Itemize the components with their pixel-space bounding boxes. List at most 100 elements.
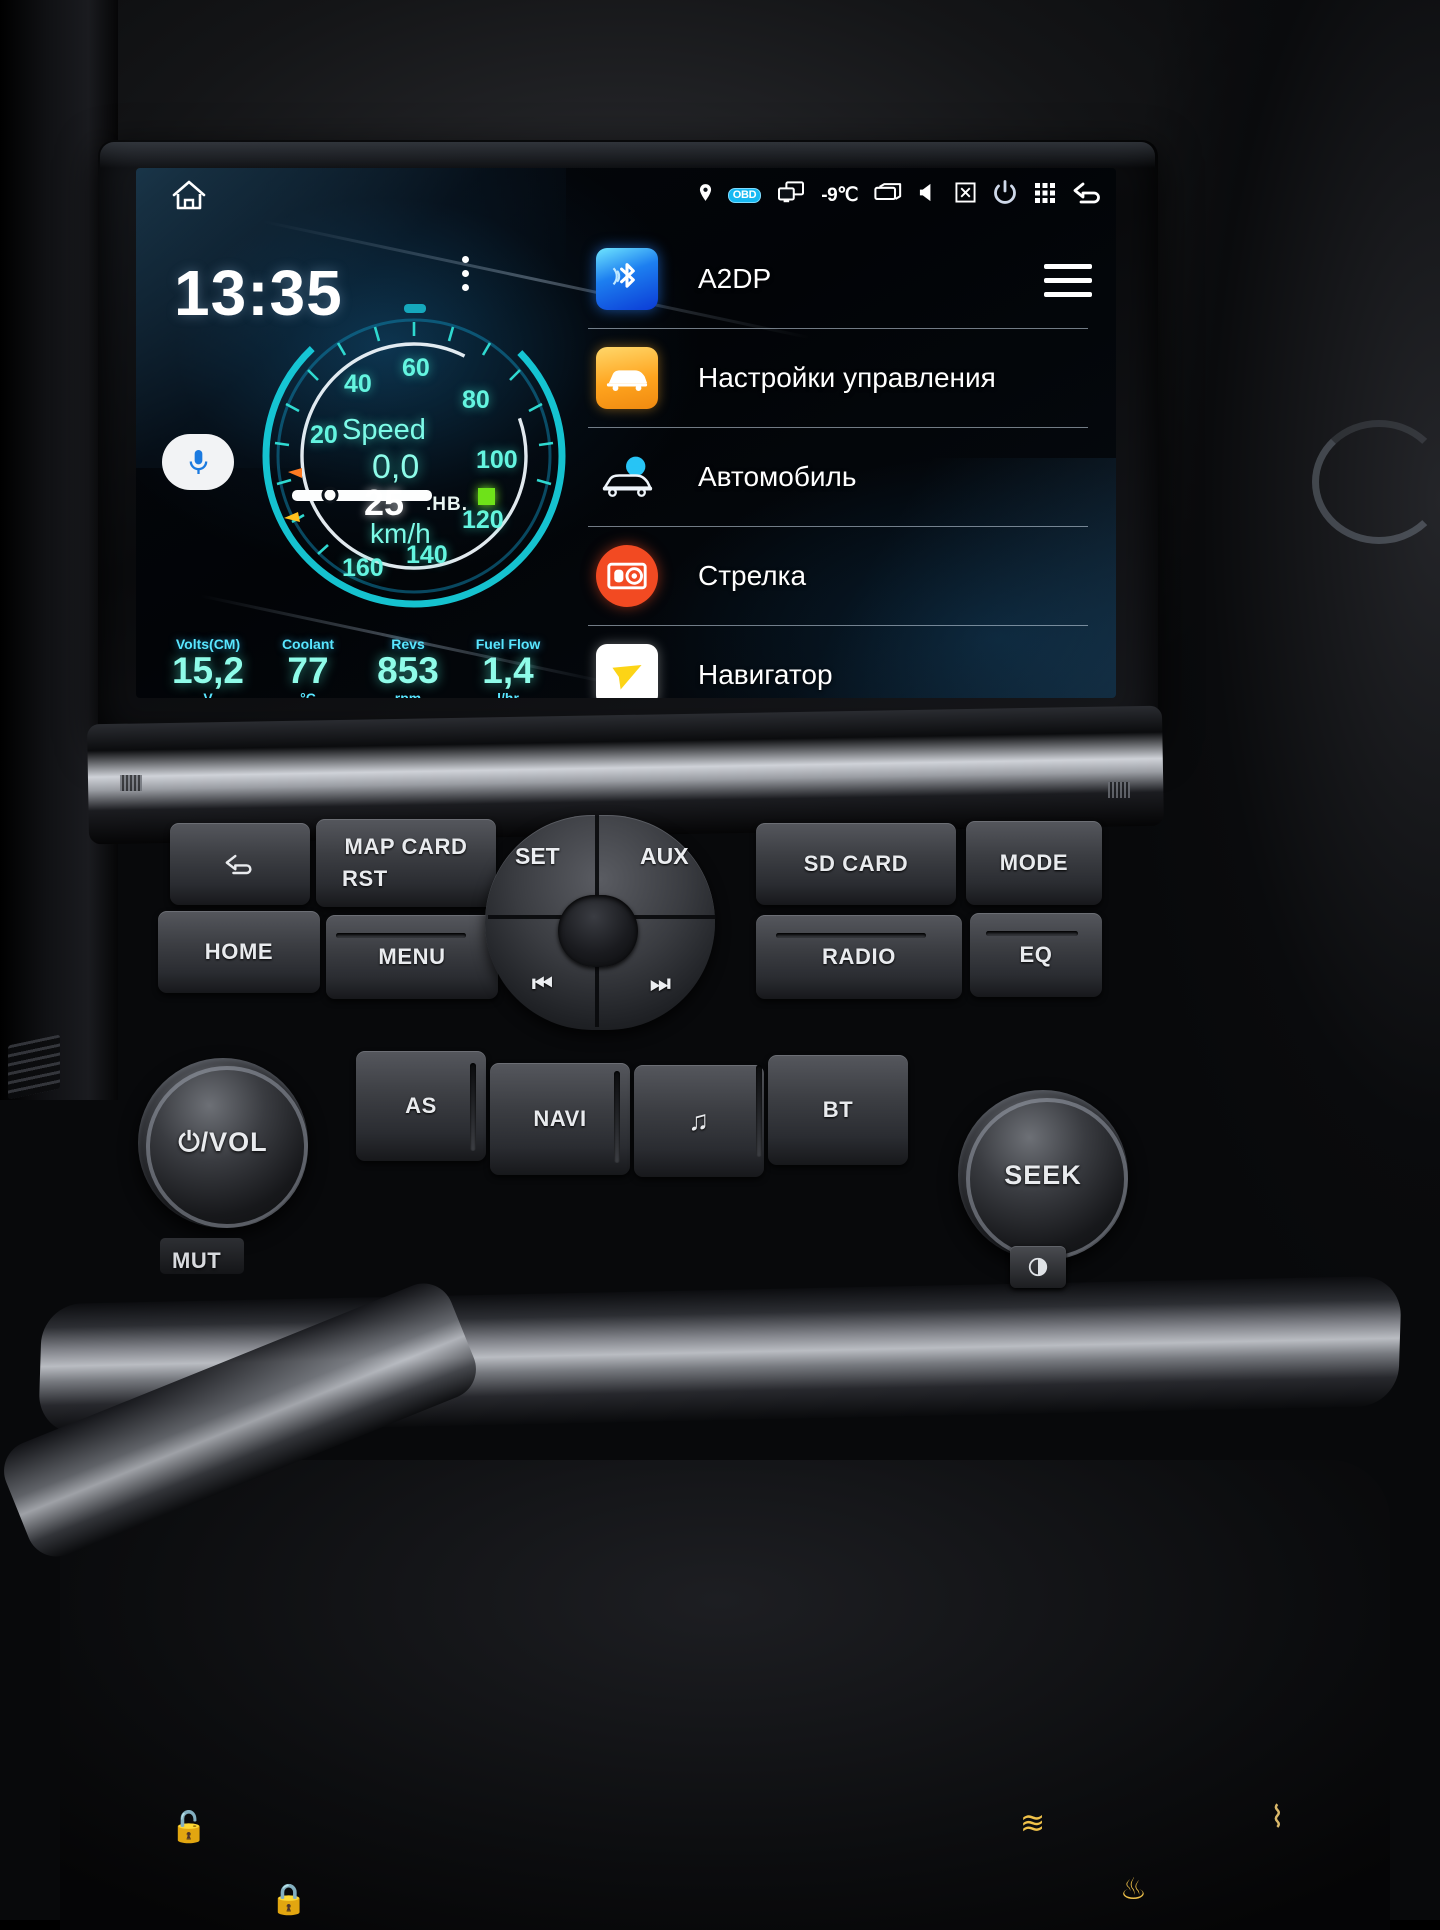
gauge-tick-80: 80 [462, 386, 490, 414]
button-gap [614, 1071, 620, 1163]
readout-value: 853 [377, 650, 439, 691]
readout-unit: °C [300, 689, 316, 698]
menu-button[interactable]: MENU [326, 915, 498, 999]
gauge-hb-label: .HB. [426, 494, 468, 515]
readout-fuel-flow: Fuel Flow 1,4 l/hr [458, 636, 558, 698]
microphone-icon[interactable] [162, 434, 234, 490]
app-list: A2DP Настройки управления Автомобиль Стр… [588, 230, 1088, 698]
gauge-status-square [478, 488, 495, 505]
dashboard-right-panel [1110, 0, 1440, 1300]
obd-readouts: Volts(CM) 15,2 V Coolant 77 °C Revs 853 … [158, 636, 558, 698]
status-icons-group: OBD -9℃ [699, 178, 1102, 212]
car-settings-icon [596, 347, 658, 409]
app-label: Навигатор [698, 659, 833, 690]
menu-label: MENU [378, 944, 446, 969]
power-icon[interactable] [992, 179, 1018, 211]
app-label: Автомобиль [698, 461, 857, 492]
map-card-label: MAP CARD [344, 834, 468, 860]
seat-heater-icon[interactable]: ♨ [1120, 1872, 1147, 1907]
screen-mirror-icon [777, 180, 805, 210]
sd-card-label: SD CARD [803, 851, 909, 876]
list-item[interactable]: Стрелка [588, 527, 1088, 626]
bluetooth-icon [596, 248, 658, 310]
volume-icon[interactable] [918, 182, 939, 208]
readout-unit: l/hr [497, 689, 519, 698]
as-button[interactable]: AS [356, 1051, 486, 1161]
eq-label: EQ [1019, 942, 1053, 967]
close-box-icon[interactable] [955, 182, 976, 208]
rst-label: RST [342, 866, 388, 891]
kebab-menu-icon[interactable] [462, 256, 469, 291]
status-bar: OBD -9℃ [136, 168, 1116, 224]
gauge-tick-120: 120 [462, 506, 504, 534]
app-label: Стрелка [698, 560, 807, 591]
dpad-center-button[interactable] [558, 895, 638, 967]
mut-label: MUT [172, 1248, 222, 1273]
mode-button[interactable]: MODE [966, 821, 1102, 905]
back-icon[interactable] [1072, 182, 1102, 209]
dpad-divider [595, 815, 599, 895]
bezel-highlight [100, 142, 1155, 168]
back-button[interactable] [170, 823, 310, 905]
head-unit-screen[interactable]: OBD -9℃ 13:35 20 40 60 80 100 120 140 16… [136, 168, 1116, 698]
list-item[interactable]: Автомобиль [588, 428, 1088, 527]
home-label: HOME [204, 939, 274, 964]
set-label: SET [515, 843, 560, 869]
next-track-icon[interactable]: ⏭ [650, 970, 671, 997]
bt-button[interactable]: BT [768, 1055, 908, 1165]
home-icon[interactable] [172, 180, 206, 210]
music-button[interactable]: ♫ [634, 1065, 764, 1177]
window-icon [874, 183, 902, 207]
bezel-texture-left [120, 775, 142, 791]
seek-knob-ring [966, 1098, 1128, 1260]
home-button[interactable]: HOME [158, 911, 320, 993]
brightness-button[interactable] [1010, 1246, 1066, 1288]
as-label: AS [405, 1093, 437, 1118]
lock-icon[interactable]: 🔓 [170, 1810, 207, 1845]
gauge-tick-60: 60 [402, 354, 430, 382]
button-slot [336, 933, 466, 938]
navigator-arrow-icon [596, 644, 658, 698]
obd-badge-icon: OBD [727, 187, 762, 203]
lock-icon[interactable]: 🔒 [270, 1882, 307, 1917]
readout-unit: rpm [394, 689, 422, 698]
speedometer-gauge: 20 40 60 80 100 120 140 160 Speed 0,0 25… [254, 296, 574, 616]
readout-value: 1,4 [482, 650, 534, 691]
navi-label: NAVI [533, 1106, 587, 1131]
hvac-control-row: 🔓 🔒 ≋ ♨ ⌇ [90, 1790, 1360, 1920]
brightness-icon [1028, 1257, 1048, 1277]
gauge-unit: km/h [370, 518, 431, 549]
rear-defrost-icon[interactable]: ⌇ [1270, 1800, 1285, 1835]
eq-button[interactable]: EQ [970, 913, 1102, 997]
gauge-tick-20: 20 [310, 421, 338, 449]
list-item[interactable]: Навигатор [588, 626, 1088, 698]
list-item[interactable]: Настройки управления [588, 329, 1088, 428]
dashboard-side-ring [1312, 420, 1440, 544]
navi-button[interactable]: NAVI [490, 1063, 630, 1175]
map-card-rst-button[interactable]: MAP CARD RST [316, 819, 496, 907]
gauge-title: Speed [342, 414, 426, 446]
previous-track-icon[interactable]: ⏮ [532, 970, 553, 997]
gauge-tick-160: 160 [342, 554, 384, 582]
readout-value: 77 [287, 650, 329, 691]
bt-label: BT [822, 1097, 854, 1122]
aux-label: AUX [640, 843, 689, 869]
temperature-readout: -9℃ [821, 184, 858, 206]
bezel-texture-right [1108, 782, 1130, 798]
rear-defrost-icon[interactable]: ≋ [1020, 1806, 1045, 1841]
radio-label: RADIO [822, 944, 896, 969]
radio-button[interactable]: RADIO [756, 915, 962, 999]
button-gap [470, 1063, 476, 1151]
location-pin-icon [699, 183, 712, 207]
readout-value: 15,2 [171, 650, 244, 691]
readout-revs: Revs 853 rpm [358, 636, 458, 698]
mode-label: MODE [999, 850, 1069, 875]
music-note-icon: ♫ [688, 1105, 710, 1136]
readout-volts: Volts(CM) 15,2 V [158, 636, 258, 698]
dpad-divider [595, 965, 599, 1027]
button-slot [986, 931, 1078, 936]
sd-card-button[interactable]: SD CARD [756, 823, 956, 905]
list-item[interactable]: A2DP [588, 230, 1088, 329]
apps-grid-icon[interactable] [1034, 182, 1056, 209]
button-gap [756, 1065, 762, 1157]
